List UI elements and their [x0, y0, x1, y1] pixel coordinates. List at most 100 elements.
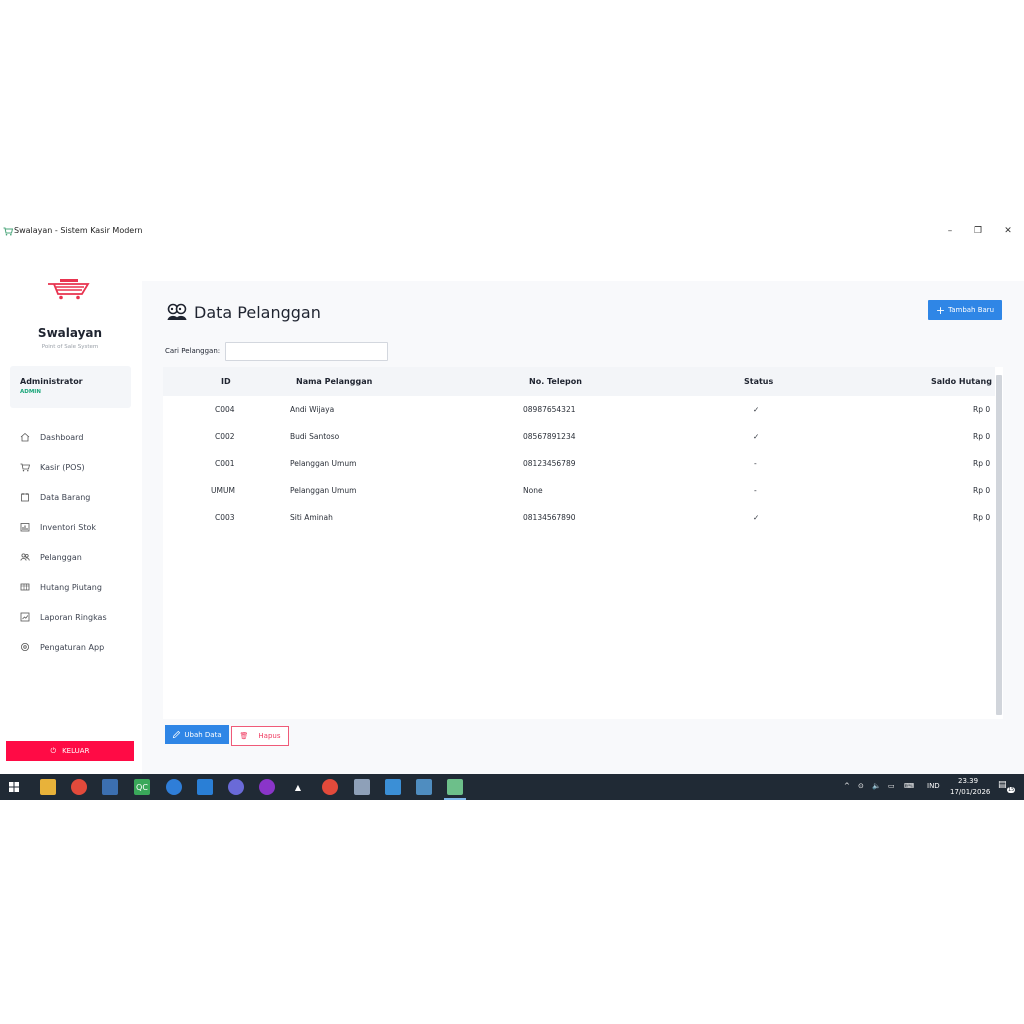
column-header-debt[interactable]: Saldo Hutang	[931, 377, 992, 386]
sidebar-item-data-barang[interactable]: Data Barang	[20, 488, 132, 506]
app-icon-gray[interactable]	[354, 779, 370, 795]
user-card: Administrator ADMIN	[10, 366, 131, 408]
column-header-status[interactable]: Status	[744, 377, 773, 386]
edit-button-label: Ubah Data	[184, 730, 222, 739]
window-title: Swalayan - Sistem Kasir Modern	[14, 226, 143, 235]
sidebar-item-label: Hutang Piutang	[40, 582, 102, 592]
add-button-label: Tambah Baru	[948, 306, 995, 314]
search-label: Cari Pelanggan:	[165, 347, 221, 355]
chevron-up-icon[interactable]: ^	[844, 782, 850, 790]
sidebar-item-label: Pelanggan	[40, 552, 82, 562]
cell-phone: 08567891234	[523, 432, 576, 441]
cell-id: UMUM	[211, 486, 235, 495]
logout-button[interactable]: ⏻ KELUAR	[6, 741, 134, 761]
screen: Swalayan - Sistem Kasir Modern – ❐ ✕ Swa…	[0, 220, 1024, 800]
display-icon[interactable]: ▭	[888, 782, 895, 790]
windows-start-icon[interactable]	[6, 779, 22, 795]
scrollbar-thumb[interactable]	[996, 375, 1002, 715]
table-header: ID Nama Pelanggan No. Telepon Status Sal…	[163, 367, 995, 396]
cell-debt: Rp 0	[973, 459, 991, 468]
pencil-icon	[173, 730, 181, 739]
app-icon-a[interactable]: ▲	[290, 779, 306, 795]
sidebar-item-laporan[interactable]: Laporan Ringkas	[20, 608, 132, 626]
sidebar-item-kasir[interactable]: Kasir (POS)	[20, 458, 132, 476]
cell-phone: 08987654321	[523, 405, 576, 414]
speaker-icon[interactable]: 🔈	[872, 782, 881, 790]
restore-button[interactable]: ❐	[969, 223, 987, 239]
cart-app-icon	[3, 227, 13, 236]
trash-icon: 🗑	[239, 732, 249, 740]
page-title-text: Data Pelanggan	[194, 302, 321, 322]
app-icon-purple[interactable]	[259, 779, 275, 795]
notification-icon[interactable]: ▤	[998, 780, 1007, 790]
table-row[interactable]: C001 Pelanggan Umum 08123456789 - Rp 0	[163, 450, 995, 477]
add-customer-button[interactable]: + Tambah Baru	[928, 300, 1002, 320]
cell-id: C003	[215, 513, 235, 522]
page-title: Data Pelanggan	[166, 301, 321, 323]
network-app-icon[interactable]	[102, 779, 118, 795]
clock-date[interactable]: 17/01/2026	[950, 788, 990, 796]
store-logo-icon	[48, 279, 90, 300]
clock-time[interactable]: 23.39	[958, 777, 978, 785]
language-indicator[interactable]: IND	[927, 782, 940, 790]
swalayan-app-icon[interactable]	[447, 779, 463, 795]
table-row[interactable]: UMUM Pelanggan Umum None - Rp 0	[163, 477, 995, 504]
users-icon	[20, 553, 30, 561]
sidebar-item-label: Data Barang	[40, 492, 91, 502]
table-row[interactable]: C002 Budi Santoso 08567891234 ✓ Rp 0	[163, 423, 995, 450]
main-panel: Data Pelanggan + Tambah Baru Cari Pelang…	[142, 281, 1024, 774]
search-input[interactable]	[225, 342, 388, 361]
sidebar-item-label: Pengaturan App	[40, 642, 105, 652]
cell-status: ✓	[753, 432, 760, 441]
cell-name: Pelanggan Umum	[290, 486, 357, 495]
file-explorer-icon[interactable]	[40, 779, 56, 795]
vscode-icon[interactable]	[197, 779, 213, 795]
sidebar-item-pengaturan[interactable]: Pengaturan App	[20, 638, 132, 656]
cell-status: -	[754, 459, 757, 468]
delete-button[interactable]: 🗑 Hapus	[231, 726, 289, 746]
ledger-icon	[20, 583, 30, 591]
brand-name: Swalayan	[37, 326, 103, 340]
cell-status: ✓	[753, 405, 760, 414]
home-icon	[20, 432, 30, 442]
cell-phone: None	[523, 486, 543, 495]
cell-debt: Rp 0	[973, 405, 991, 414]
column-header-name[interactable]: Nama Pelanggan	[296, 377, 372, 386]
delete-button-label: Hapus	[258, 732, 281, 740]
sidebar-item-pelanggan[interactable]: Pelanggan	[20, 548, 132, 566]
chrome-icon[interactable]	[71, 779, 87, 795]
column-header-id[interactable]: ID	[221, 377, 231, 386]
sidebar-item-dashboard[interactable]: Dashboard	[20, 428, 132, 446]
cell-id: C002	[215, 432, 235, 441]
column-header-phone[interactable]: No. Telepon	[529, 377, 582, 386]
notepad-icon[interactable]	[416, 779, 432, 795]
cell-status: -	[754, 486, 757, 495]
table-scrollbar[interactable]	[995, 375, 1003, 715]
cell-name: Andi Wijaya	[290, 405, 335, 414]
plus-icon: +	[935, 303, 946, 317]
keyboard-icon[interactable]: ⌨	[904, 782, 914, 790]
table-row[interactable]: C004 Andi Wijaya 08987654321 ✓ Rp 0	[163, 396, 995, 423]
user-role: ADMIN	[20, 389, 41, 395]
cell-name: Pelanggan Umum	[290, 459, 357, 468]
close-button[interactable]: ✕	[999, 223, 1017, 239]
network-icon[interactable]: ⊙	[858, 782, 864, 790]
chart-icon	[20, 523, 30, 532]
window-titlebar: Swalayan - Sistem Kasir Modern – ❐ ✕	[0, 220, 1024, 242]
chrome-alt-icon[interactable]	[322, 779, 338, 795]
minimize-button[interactable]: –	[941, 223, 959, 239]
sidebar-item-inventori[interactable]: Inventori Stok	[20, 518, 132, 536]
table-row[interactable]: C003 Siti Aminah 08134567890 ✓ Rp 0	[163, 504, 995, 531]
report-icon	[20, 612, 30, 622]
app-icon-circle[interactable]	[228, 779, 244, 795]
brand-subtitle: Point of Sale System	[41, 344, 99, 350]
sidebar-item-label: Laporan Ringkas	[40, 612, 107, 622]
sidebar-item-hutang-piutang[interactable]: Hutang Piutang	[20, 578, 132, 596]
logout-label: KELUAR	[62, 747, 90, 755]
taskbar: QC ▲ ^ ⊙ 🔈 ▭ ⌨ IND 23.39 17/01/2026 ▤ 15	[0, 774, 1024, 800]
cell-debt: Rp 0	[973, 486, 991, 495]
edit-button[interactable]: Ubah Data	[165, 725, 229, 744]
edge-icon[interactable]	[166, 779, 182, 795]
app-icon-blue[interactable]	[385, 779, 401, 795]
qc-app-icon[interactable]: QC	[134, 779, 150, 795]
